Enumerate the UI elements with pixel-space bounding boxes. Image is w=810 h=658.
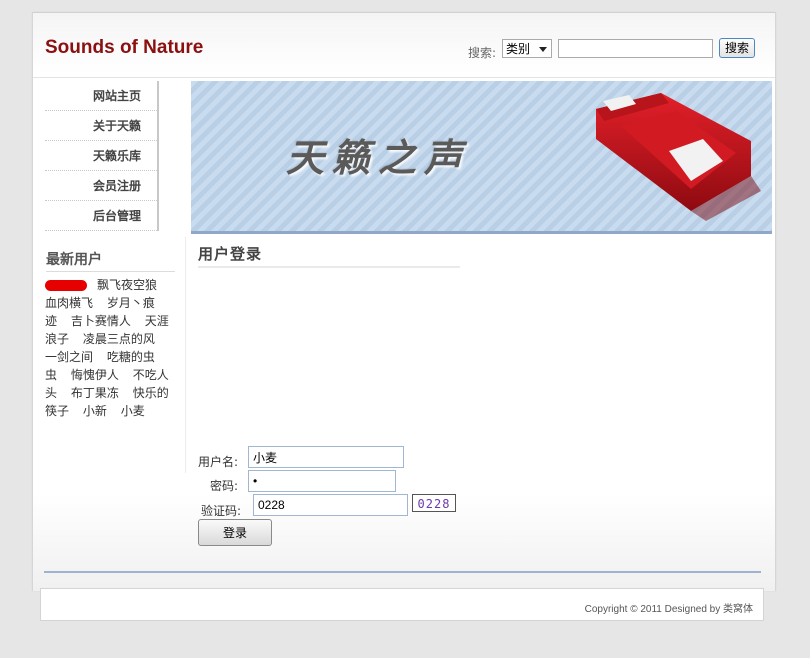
nav-item-music-library[interactable]: 天籁乐库 bbox=[45, 141, 157, 171]
nav-item-register[interactable]: 会员注册 bbox=[45, 171, 157, 201]
latest-users-title: 最新用户 bbox=[46, 249, 175, 272]
footer-divider bbox=[44, 571, 761, 573]
captcha-image-text: 0228 bbox=[417, 497, 451, 511]
page: Sounds of Nature 搜索: 类别 搜索 网站主页 关于天籁 天籁乐… bbox=[0, 0, 810, 658]
search-button[interactable]: 搜索 bbox=[719, 38, 755, 58]
banner-sofa-illustration bbox=[596, 93, 761, 221]
footer: Copyright © 2011 Designed by 类窝体 bbox=[40, 588, 764, 621]
site-title: Sounds of Nature bbox=[45, 37, 204, 58]
login-title: 用户登录 bbox=[198, 243, 460, 268]
user-link[interactable]: 吉卜赛情人 bbox=[71, 314, 131, 328]
captcha-field[interactable] bbox=[253, 494, 408, 516]
user-link[interactable]: 悔愧伊人 bbox=[71, 368, 119, 382]
username-label: 用户名: bbox=[198, 455, 239, 469]
username-field[interactable] bbox=[248, 446, 404, 468]
latest-users-list: 飘飞夜空狼 血肉横飞 岁月丶痕迹 吉卜赛情人 天涯浪子 凌晨三点的风 一剑之间 … bbox=[45, 276, 173, 420]
copyright-text: Copyright © 2011 Designed by 类窝体 bbox=[584, 604, 753, 615]
search-label: 搜索: bbox=[468, 46, 497, 60]
search-category-select[interactable]: 类别 bbox=[502, 39, 552, 58]
password-field[interactable] bbox=[248, 470, 396, 492]
user-link[interactable]: 小麦 bbox=[121, 404, 145, 418]
login-button[interactable]: 登录 bbox=[198, 519, 272, 546]
header-divider bbox=[33, 77, 775, 78]
user-link[interactable]: 一剑之间 bbox=[45, 350, 93, 364]
chevron-down-icon bbox=[539, 47, 547, 52]
user-link[interactable]: 布丁果冻 bbox=[71, 386, 119, 400]
nav-item-about[interactable]: 关于天籁 bbox=[45, 111, 157, 141]
search-category-value: 类别 bbox=[506, 42, 531, 56]
banner-title: 天籁之声 bbox=[286, 135, 471, 180]
search-input[interactable] bbox=[558, 39, 713, 58]
captcha-label: 验证码: bbox=[201, 504, 242, 518]
nav-item-admin[interactable]: 后台管理 bbox=[45, 201, 157, 231]
captcha-image[interactable]: 0228 bbox=[412, 494, 456, 512]
user-link[interactable]: 飘飞夜空狼 bbox=[97, 278, 157, 292]
page-container: Sounds of Nature 搜索: 类别 搜索 网站主页 关于天籁 天籁乐… bbox=[32, 12, 776, 591]
redaction-mark bbox=[45, 280, 87, 291]
user-link[interactable]: 凌晨三点的风 bbox=[83, 332, 155, 346]
main-nav: 网站主页 关于天籁 天籁乐库 会员注册 后台管理 bbox=[45, 81, 159, 231]
nav-item-home[interactable]: 网站主页 bbox=[45, 81, 157, 111]
column-divider bbox=[185, 237, 186, 473]
password-label: 密码: bbox=[210, 479, 239, 493]
user-link[interactable]: 血肉横飞 bbox=[45, 296, 93, 310]
user-link[interactable]: 小新 bbox=[83, 404, 107, 418]
banner-image: 天籁之声 bbox=[191, 81, 772, 234]
